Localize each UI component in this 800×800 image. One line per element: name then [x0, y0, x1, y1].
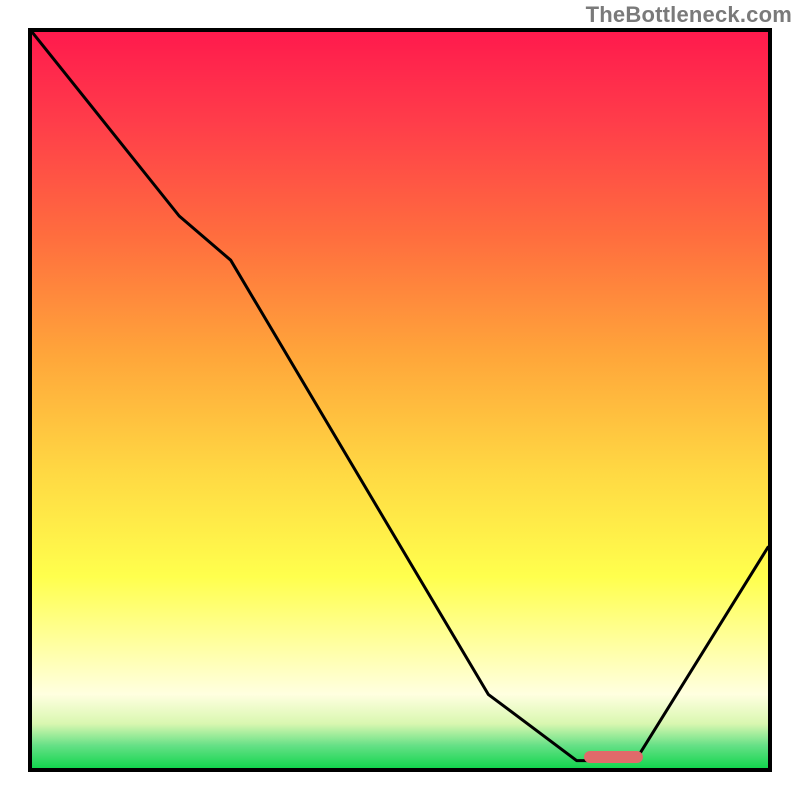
- bottleneck-chart: TheBottleneck.com: [0, 0, 800, 800]
- plot-area: [28, 28, 772, 772]
- curve-layer: [32, 32, 768, 768]
- watermark-label: TheBottleneck.com: [586, 2, 792, 28]
- optimal-marker: [584, 751, 643, 763]
- bottleneck-curve-line: [32, 32, 768, 761]
